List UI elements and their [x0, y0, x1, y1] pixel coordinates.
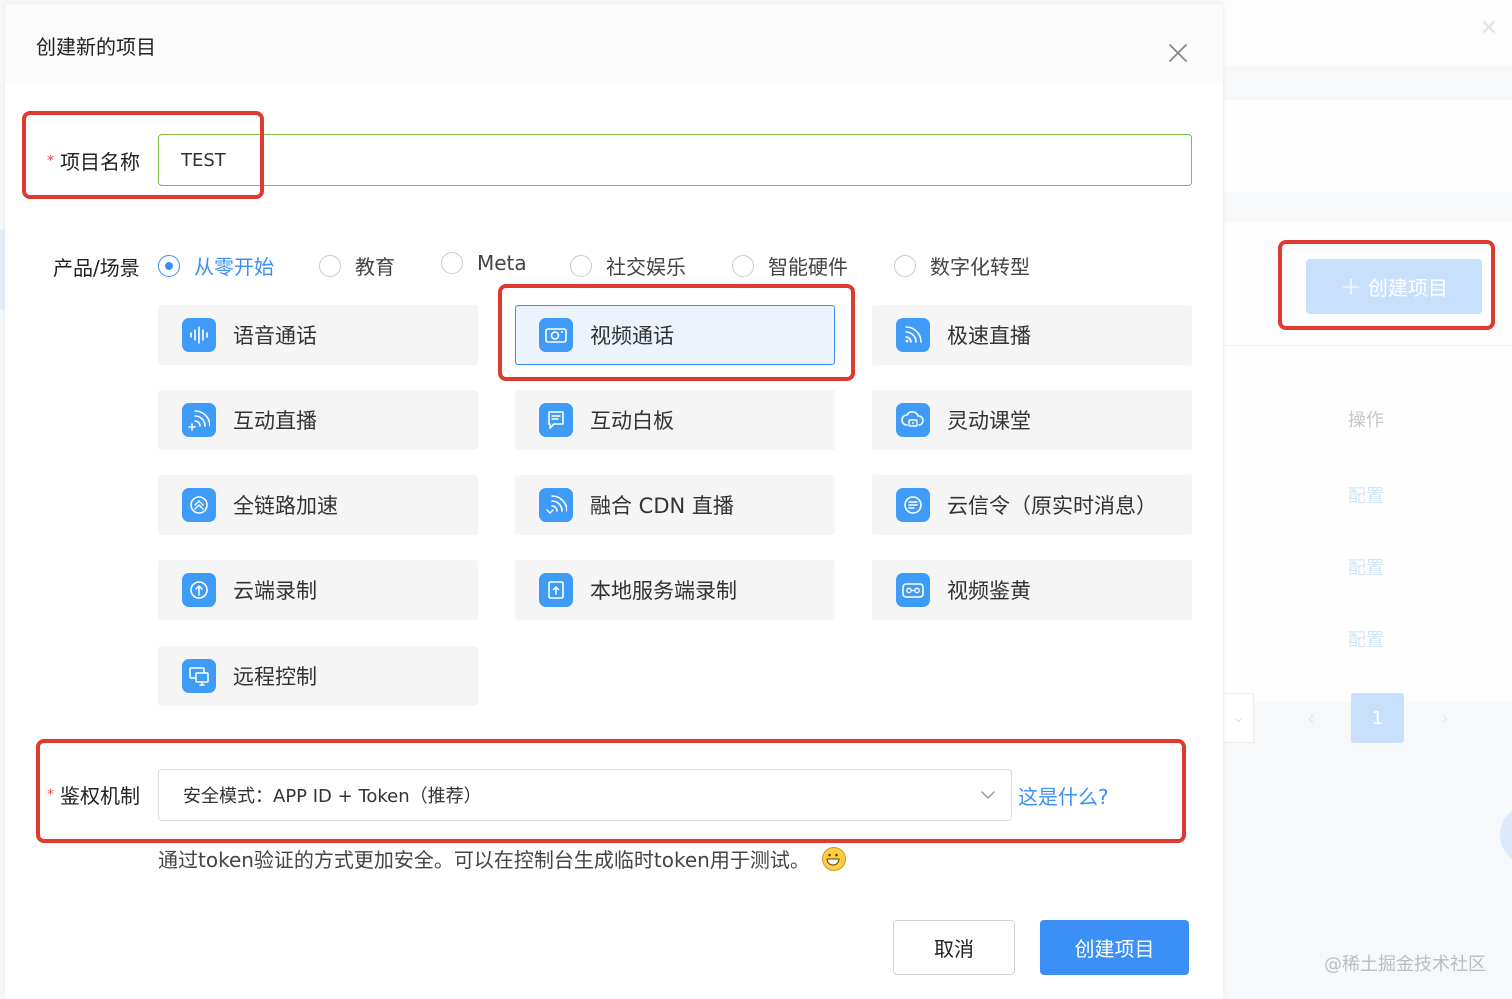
project-name-input[interactable]	[158, 134, 1192, 186]
product-card-video-call[interactable]: 视频通话	[515, 305, 835, 365]
modal-header: 创建新的项目	[5, 4, 1223, 84]
product-card-video-moderation[interactable]: 视频鉴黄	[872, 560, 1192, 620]
product-card-voice-call[interactable]: 语音通话	[158, 305, 478, 365]
background-floating-button[interactable]	[1500, 805, 1512, 865]
product-card-cdn-live[interactable]: 融合 CDN 直播	[515, 475, 835, 535]
radio-meta[interactable]: Meta	[441, 251, 527, 275]
cdn-broadcast-icon	[539, 488, 573, 522]
remote-desktop-icon	[182, 659, 216, 693]
radio-circle	[732, 254, 754, 277]
cancel-button[interactable]: 取消	[893, 920, 1015, 975]
camera-icon	[539, 318, 573, 352]
auth-mechanism-label: * 鉴权机制	[47, 784, 140, 808]
plus-icon: +	[1340, 271, 1362, 302]
chevron-left-icon[interactable]: ‹	[1296, 693, 1326, 743]
product-card-local-server-recording[interactable]: 本地服务端录制	[515, 560, 835, 620]
background-topbar: ✕	[1224, 0, 1512, 66]
product-card-remote-control[interactable]: 远程控制	[158, 646, 478, 706]
project-name-label: * 项目名称	[47, 150, 140, 174]
background-create-project-button[interactable]: + 创建项目	[1306, 259, 1482, 314]
auth-mechanism-select[interactable]: 安全模式：APP ID + Token（推荐）	[158, 769, 1012, 821]
radio-education[interactable]: 教育	[319, 251, 395, 280]
radio-circle	[319, 254, 341, 277]
background-page-size-select[interactable]: ⌄	[1224, 693, 1254, 743]
radio-circle	[570, 254, 592, 277]
product-card-interactive-live[interactable]: 互动直播	[158, 390, 478, 450]
required-mark: *	[47, 153, 54, 169]
background-divider	[1224, 345, 1512, 346]
radio-social-entertainment[interactable]: 社交娱乐	[570, 251, 686, 280]
auth-description: 通过token验证的方式更加安全。可以在控制台生成临时token用于测试。	[158, 844, 846, 873]
chevron-right-icon[interactable]: ›	[1430, 693, 1460, 743]
classroom-icon	[896, 403, 930, 437]
background-page-number[interactable]: 1	[1351, 693, 1404, 743]
background-card	[1224, 100, 1512, 192]
close-icon[interactable]	[1163, 38, 1193, 68]
modal-title: 创建新的项目	[36, 35, 156, 59]
cloud-upload-icon	[182, 573, 216, 607]
background-close-icon: ✕	[1479, 16, 1498, 41]
radio-digital-transformation[interactable]: 数字化转型	[894, 251, 1030, 280]
grinning-face-icon	[821, 846, 846, 871]
local-record-icon	[539, 573, 573, 607]
background-column-header: 操作	[1348, 410, 1384, 431]
background-config-link[interactable]: 配置	[1348, 482, 1384, 508]
required-mark: *	[47, 787, 54, 803]
accelerate-icon	[182, 488, 216, 522]
product-card-cloud-signaling[interactable]: 云信令（原实时消息）	[872, 475, 1192, 535]
radio-from-scratch[interactable]: 从零开始	[158, 251, 274, 280]
chevron-down-icon	[979, 786, 997, 808]
product-card-fast-live[interactable]: 极速直播	[872, 305, 1192, 365]
product-card-flexible-classroom[interactable]: 灵动课堂	[872, 390, 1192, 450]
waveform-icon	[182, 318, 216, 352]
radio-circle	[158, 254, 180, 277]
background-config-link[interactable]: 配置	[1348, 554, 1384, 580]
message-icon	[896, 488, 930, 522]
radio-smart-hardware[interactable]: 智能硬件	[732, 251, 848, 280]
background-config-link[interactable]: 配置	[1348, 626, 1384, 652]
product-card-whiteboard[interactable]: 互动白板	[515, 390, 835, 450]
scene-label: 产品/场景	[53, 256, 140, 280]
whiteboard-icon	[539, 403, 573, 437]
content-moderation-icon	[896, 573, 930, 607]
auth-help-link[interactable]: 这是什么?	[1018, 781, 1109, 810]
product-card-cloud-recording[interactable]: 云端录制	[158, 560, 478, 620]
watermark: @稀土掘金技术社区	[1324, 954, 1486, 975]
create-project-button[interactable]: 创建项目	[1040, 920, 1189, 975]
auth-mechanism-selected-value: 安全模式：APP ID + Token（推荐）	[183, 786, 482, 807]
radio-circle	[894, 254, 916, 277]
create-project-modal: 创建新的项目 *项目名称 产品/场景 从零开始 教育 Meta 社交娱乐 智能硬…	[5, 4, 1223, 999]
broadcast-plus-icon	[182, 403, 216, 437]
broadcast-icon	[896, 318, 930, 352]
product-card-full-link-acceleration[interactable]: 全链路加速	[158, 475, 478, 535]
radio-circle	[441, 252, 463, 274]
